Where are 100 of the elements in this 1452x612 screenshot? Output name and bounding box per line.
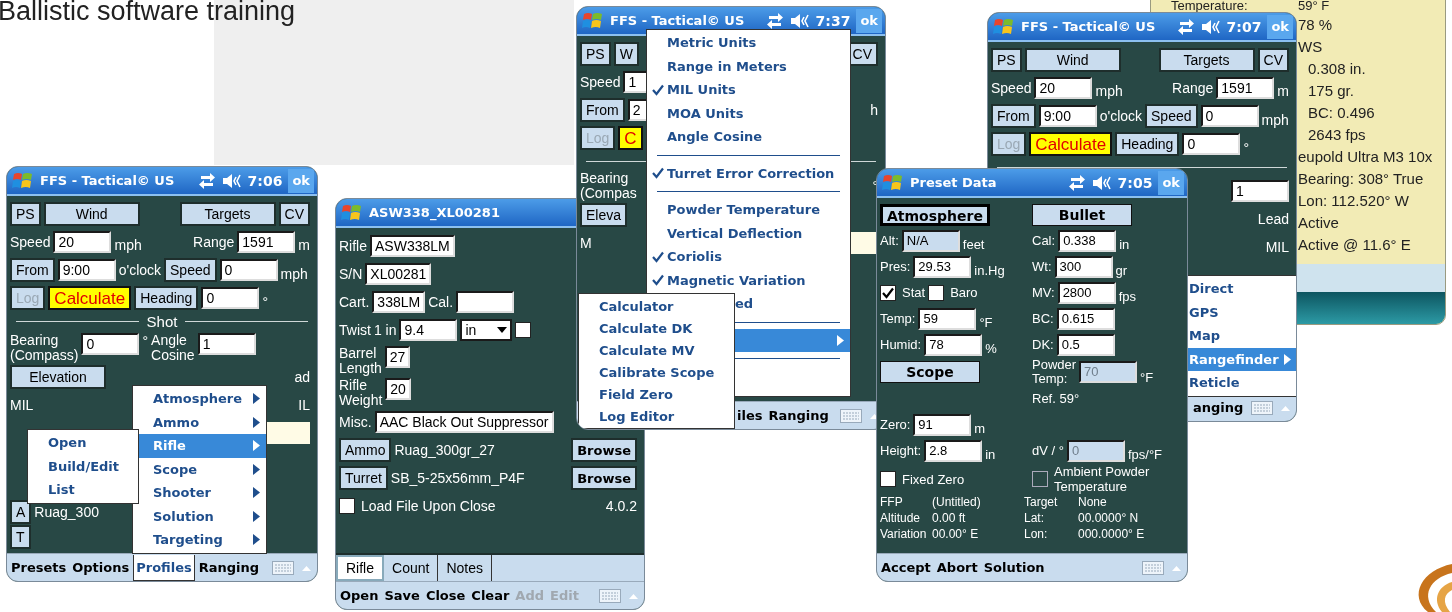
push-button[interactable]: PS — [10, 201, 41, 226]
checkbox[interactable] — [339, 498, 355, 515]
input-field[interactable]: 29.53 — [913, 255, 972, 278]
menu-item[interactable]: Vertical Deflection — [647, 221, 850, 245]
push-button[interactable]: W — [613, 41, 639, 66]
input-field[interactable]: 2800 — [1057, 281, 1116, 304]
push-button[interactable]: Elevation — [10, 364, 106, 389]
menu-item[interactable]: Solution — [133, 504, 266, 528]
menu-item[interactable]: Turret Error Correction — [647, 161, 850, 185]
push-button[interactable]: Speed — [164, 257, 217, 282]
push-button[interactable]: Browse — [571, 466, 637, 491]
push-button[interactable]: PS — [991, 47, 1022, 72]
menu-item[interactable]: Ammo — [133, 410, 266, 434]
tab[interactable]: Rifle — [336, 555, 384, 581]
push-button[interactable]: Eleva — [580, 202, 628, 227]
menu-item[interactable]: Atmosphere — [133, 387, 266, 411]
input-field[interactable]: AAC Black Out Suppressor — [374, 411, 554, 434]
input-field[interactable]: 9:00 — [1038, 104, 1097, 127]
input-field[interactable]: 20 — [1034, 76, 1093, 99]
push-button[interactable]: A — [10, 500, 32, 524]
menu-item[interactable]: Magnetic Variation — [647, 268, 850, 292]
push-button[interactable]: Turret — [339, 466, 388, 491]
menu-item[interactable]: Angle Cosine — [647, 125, 850, 149]
menu-item[interactable]: Calculate DK — [579, 317, 734, 339]
input-field[interactable] — [456, 290, 515, 313]
push-button[interactable]: Heading — [134, 285, 199, 310]
input-field[interactable]: 0 — [81, 333, 140, 355]
section-button[interactable]: Atmosphere — [880, 203, 990, 226]
menu-item[interactable]: Calibrate Scope — [579, 361, 734, 383]
push-button[interactable]: Targets — [179, 201, 276, 226]
menu-bar-item[interactable]: Abort — [934, 555, 980, 580]
push-button[interactable]: Browse — [571, 438, 637, 463]
checkbox[interactable] — [880, 471, 896, 488]
input-field[interactable]: 91 — [913, 413, 972, 436]
push-button[interactable]: Targets — [1158, 47, 1255, 72]
menu-item[interactable]: Field Zero — [579, 383, 734, 405]
menu-bar-item[interactable]: Close — [423, 583, 468, 608]
menu-bar-item[interactable]: anging — [1191, 395, 1246, 420]
menu-bar-item[interactable]: Presets — [9, 555, 69, 580]
input-field[interactable]: 0 — [1200, 104, 1259, 127]
input-field[interactable]: 1 — [1231, 179, 1289, 202]
push-button[interactable]: CV — [278, 201, 310, 226]
input-field[interactable]: 0.5 — [1056, 333, 1115, 356]
input-field[interactable]: 59 — [918, 307, 977, 330]
push-button[interactable]: Wind — [1024, 47, 1121, 72]
menu-item[interactable]: GPS — [1188, 300, 1296, 324]
menu-item[interactable]: Powder Temperature — [647, 198, 850, 222]
push-button[interactable]: CV — [1257, 47, 1289, 72]
input-field[interactable]: 0.338 — [1058, 229, 1117, 252]
menu-bar-item[interactable]: iles — [735, 403, 765, 428]
menu-bar-item[interactable]: Save — [382, 583, 422, 608]
checkbox[interactable] — [515, 321, 532, 338]
menu-bar-item[interactable]: Profiles — [133, 554, 195, 581]
menu-bar-item[interactable]: Accept — [879, 555, 933, 580]
input-field[interactable]: 1591 — [1216, 76, 1275, 99]
input-field[interactable]: 0.615 — [1056, 307, 1115, 330]
input-field[interactable]: 9.4 — [399, 318, 458, 341]
push-button[interactable]: Wind — [43, 201, 140, 226]
input-field[interactable]: 9:00 — [57, 258, 116, 281]
input-field[interactable]: 20 — [385, 378, 411, 401]
checkbox[interactable] — [928, 284, 945, 301]
dropdown[interactable]: in — [460, 318, 513, 341]
push-button[interactable]: From — [991, 103, 1036, 128]
input-field[interactable]: 0 — [219, 258, 278, 281]
checkbox[interactable] — [880, 284, 896, 301]
menu-item[interactable]: Reticle — [1188, 371, 1296, 395]
menu-item[interactable]: MIL Units — [647, 78, 850, 102]
input-field[interactable]: 300 — [1054, 255, 1113, 278]
menu-bar-item[interactable]: Ranging — [196, 555, 262, 580]
menu-bar-item[interactable]: Solution — [981, 555, 1047, 580]
menu-item[interactable]: Calculate MV — [579, 339, 734, 361]
highlighted-button[interactable]: Calculate — [48, 285, 132, 310]
menu-item[interactable]: Targeting — [133, 528, 266, 552]
push-button[interactable]: Heading — [1115, 131, 1180, 156]
menu-item[interactable]: Map — [1188, 324, 1296, 348]
highlighted-button[interactable]: C — [618, 125, 643, 150]
menu-item[interactable]: MOA Units — [647, 101, 850, 125]
input-field[interactable]: 338LM — [372, 290, 426, 313]
input-field[interactable]: 20 — [53, 230, 112, 253]
menu-item[interactable]: Coriolis — [647, 245, 850, 269]
menu-item[interactable]: Rangefinder — [1188, 347, 1296, 371]
input-field[interactable]: 1 — [197, 333, 256, 355]
input-field[interactable]: 1591 — [237, 230, 296, 253]
push-button[interactable]: PS — [580, 41, 611, 66]
menu-bar-item[interactable]: Clear — [469, 583, 512, 608]
menu-bar-item[interactable]: Options — [70, 555, 132, 580]
input-field[interactable]: XL00281 — [365, 262, 432, 285]
menu-item[interactable]: Log Editor — [579, 405, 734, 427]
push-button[interactable]: Ammo — [339, 438, 392, 463]
input-field[interactable]: 0 — [201, 286, 260, 309]
push-button[interactable]: Speed — [1145, 103, 1198, 128]
input-field[interactable]: 2.8 — [924, 439, 983, 462]
push-button[interactable]: From — [580, 97, 625, 122]
menu-item[interactable]: Direct — [1188, 277, 1296, 301]
input-field[interactable]: 0 — [1182, 132, 1241, 155]
menu-bar-item[interactable]: Open — [338, 583, 381, 608]
menu-bar-item[interactable]: Ranging — [766, 403, 831, 428]
input-field[interactable]: 27 — [384, 346, 411, 368]
section-button[interactable]: Scope — [880, 360, 980, 383]
push-button[interactable]: From — [10, 257, 55, 282]
